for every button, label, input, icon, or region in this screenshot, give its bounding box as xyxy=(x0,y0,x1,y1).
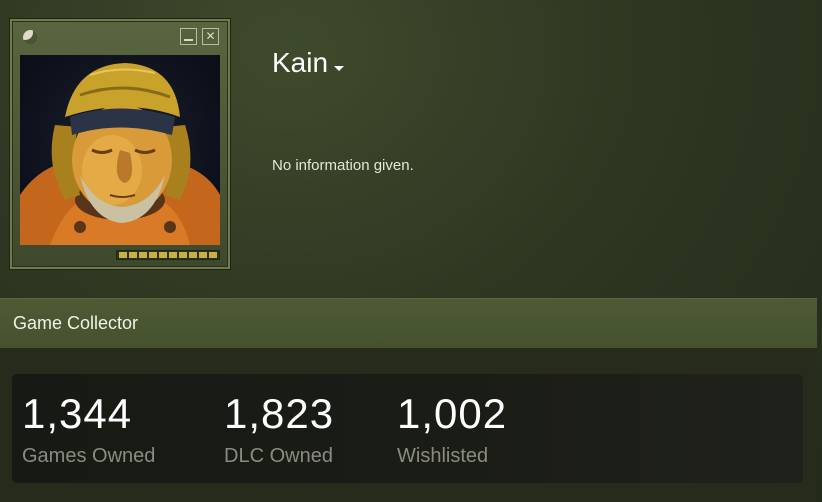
minimize-icon xyxy=(180,28,197,45)
chevron-down-icon[interactable] xyxy=(334,65,345,71)
showcase-title: Game Collector xyxy=(13,313,139,333)
stat-label: Games Owned xyxy=(22,445,156,467)
steam-circle-icon xyxy=(23,30,38,45)
stat-games-owned[interactable]: 1,344 Games Owned xyxy=(22,392,155,468)
stats-panel: 1,344 Games Owned 1,823 DLC Owned 1,002 … xyxy=(12,374,803,483)
close-icon: ✕ xyxy=(202,28,219,45)
avatar-portrait xyxy=(20,63,220,245)
stat-dlc-owned[interactable]: 1,823 DLC Owned xyxy=(224,392,334,468)
profile-summary: No information given. xyxy=(272,157,414,174)
stat-wishlisted[interactable]: 1,002 Wishlisted xyxy=(397,392,507,468)
stat-value: 1,344 xyxy=(22,390,133,437)
showcase-body: 1,344 Games Owned 1,823 DLC Owned 1,002 … xyxy=(0,348,817,502)
avatar-frame[interactable]: ✕ xyxy=(10,19,230,269)
profile-name-row[interactable]: Kain xyxy=(272,47,345,79)
showcase-header: Game Collector xyxy=(0,298,817,348)
stat-value: 1,002 xyxy=(397,390,508,437)
profile-name: Kain xyxy=(272,47,329,78)
stat-label: DLC Owned xyxy=(224,445,333,467)
stat-label: Wishlisted xyxy=(397,445,489,467)
level-progress-bar xyxy=(116,250,220,260)
avatar[interactable] xyxy=(20,55,220,245)
stat-value: 1,823 xyxy=(224,390,335,437)
